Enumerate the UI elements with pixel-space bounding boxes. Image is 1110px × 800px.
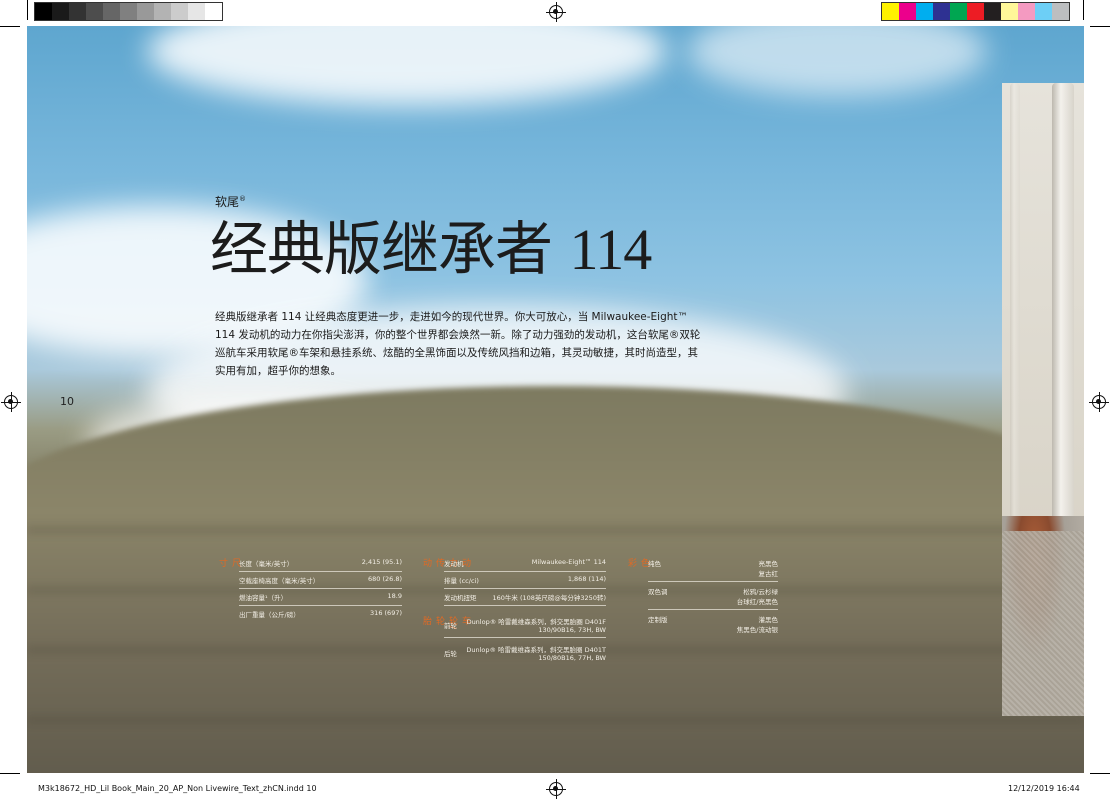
color-swatch: [103, 3, 120, 20]
spec-row: 空载座椅高度（毫米/英寸） 680 (26.8): [239, 575, 402, 589]
spec-row: 前轮 Dunlop® 哈雷戴维森系列，斜交黑胎圈 D401F 130/90B16,…: [444, 616, 606, 638]
registration-mark-right: [1089, 392, 1109, 412]
registration-mark-left: [1, 392, 21, 412]
spec-row: 长度（毫米/英寸） 2,415 (95.1): [239, 558, 402, 572]
crop-mark: [1090, 26, 1110, 27]
spec-row: 发动机 Milwaukee-Eight™ 114: [444, 558, 606, 572]
color-swatch: [1035, 3, 1052, 20]
color-swatch-bar: [881, 2, 1070, 21]
spec-row: 定制版 灌黑色 焦黑色/流动银: [648, 616, 778, 634]
birch-tree-photo: [1002, 83, 1084, 716]
crop-mark: [0, 773, 20, 774]
model-family-label: 软尾®: [215, 195, 247, 209]
color-swatch: [188, 3, 205, 20]
color-swatch: [137, 3, 154, 20]
color-swatch: [916, 3, 933, 20]
color-swatch: [933, 3, 950, 20]
spec-row: 双色调 松鸦/云杉绿 台球红/亮黑色: [648, 586, 778, 610]
color-swatch: [69, 3, 86, 20]
spec-row: 燃油容量¹（升） 18.9: [239, 592, 402, 606]
color-swatch: [35, 3, 52, 20]
file-slug: M3k18672_HD_Lil Book_Main_20_AP_Non Live…: [38, 784, 317, 793]
color-swatch: [950, 3, 967, 20]
color-swatch: [899, 3, 916, 20]
color-swatch: [1001, 3, 1018, 20]
color-swatch: [205, 3, 222, 20]
crop-mark: [1090, 773, 1110, 774]
color-swatch: [882, 3, 899, 20]
color-swatch: [52, 3, 69, 20]
spec-row: 后轮 Dunlop® 哈雷戴维森系列，斜交黑胎圈 D401T 150/80B16,…: [444, 646, 606, 662]
color-swatch: [1052, 3, 1069, 20]
color-swatch: [154, 3, 171, 20]
page-number: 10: [60, 395, 74, 408]
spec-row: 排量 (cc/ci) 1,868 (114): [444, 575, 606, 589]
crop-mark: [27, 0, 28, 20]
spec-row: 纯色 亮黑色 复古红: [648, 558, 778, 582]
color-swatch: [86, 3, 103, 20]
crop-mark: [1083, 0, 1084, 20]
page-title: 经典版继承者 114: [210, 215, 652, 283]
color-swatch: [984, 3, 1001, 20]
spec-row: 出厂重量（公斤/磅） 316 (697): [239, 609, 402, 619]
color-swatch: [967, 3, 984, 20]
crop-mark: [0, 26, 20, 27]
color-swatch: [171, 3, 188, 20]
intro-paragraph: 经典版继承者 114 让经典态度更进一步，走进如今的现代世界。你大可放心，当 M…: [215, 311, 701, 377]
registration-mark-top: [546, 2, 566, 22]
grayscale-swatch-bar: [34, 2, 223, 21]
spec-row: 发动机扭矩 160牛米 (108英尺磅@每分钟3250转): [444, 592, 606, 606]
color-swatch: [120, 3, 137, 20]
registration-mark-bottom: [546, 779, 566, 799]
color-swatch: [1018, 3, 1035, 20]
date-slug: 12/12/2019 16:44: [1008, 784, 1080, 793]
